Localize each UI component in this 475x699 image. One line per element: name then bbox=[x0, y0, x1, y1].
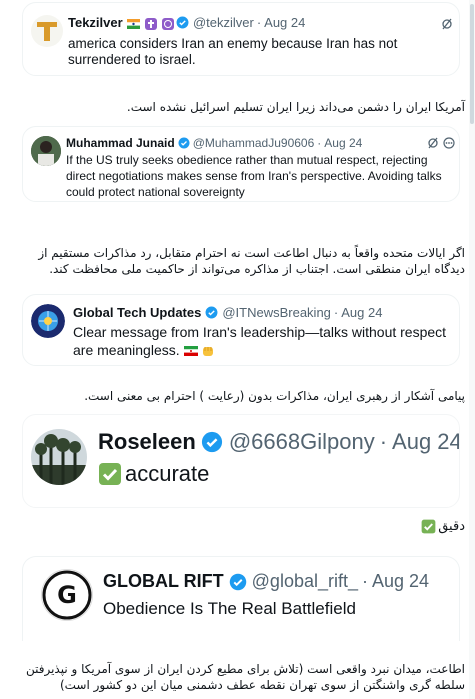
persian-translation-2: اگر ایالات متحده واقعاً به دنبال اطاعت ا… bbox=[38, 246, 465, 276]
separator-dot: · bbox=[317, 136, 322, 150]
grok-icon[interactable] bbox=[427, 137, 439, 149]
tweet-text: america considers Iran an enemy because … bbox=[68, 36, 398, 67]
tweet-text-container: Clear message from Iran's leadership—tal… bbox=[73, 323, 453, 359]
persian-translation-4: دقیق bbox=[421, 519, 465, 534]
person-photo-icon bbox=[31, 136, 61, 166]
translation-text: دقیق bbox=[438, 519, 465, 534]
avatar[interactable]: G bbox=[41, 569, 93, 621]
quoted-tweet-1[interactable]: Tekzilver @tekzilver · Aug 24 america co… bbox=[22, 2, 460, 76]
globe-logo-icon bbox=[31, 304, 65, 338]
raised-fist-icon bbox=[203, 347, 214, 357]
author-handle[interactable]: @6668Gilpony bbox=[229, 429, 375, 455]
tekzilver-logo-icon bbox=[37, 22, 57, 41]
persian-translation-5: اطاعت، میدان نبرد واقعی است (تلاش برای م… bbox=[25, 662, 465, 692]
tweet-date[interactable]: Aug 24 bbox=[372, 571, 429, 592]
avatar[interactable] bbox=[31, 136, 61, 166]
check-mark-button-icon bbox=[421, 519, 436, 534]
verified-badge-icon bbox=[178, 137, 190, 149]
quoted-tweet-5[interactable]: G GLOBAL RIFT @global_rift_ · Aug 24 Obe… bbox=[22, 556, 460, 641]
flag-icons bbox=[126, 15, 174, 30]
verified-badge-icon bbox=[201, 431, 222, 453]
quoted-tweet-4[interactable]: Roseleen @6668Gilpony · Aug 24 accurate bbox=[22, 414, 460, 508]
peace-icon bbox=[161, 17, 174, 30]
more-options-icon[interactable] bbox=[443, 137, 455, 149]
quoted-tweet-3[interactable]: Global Tech Updates @ITNewsBreaking · Au… bbox=[22, 294, 460, 366]
palm-trees-photo-icon bbox=[31, 429, 87, 485]
iran-flag-icon bbox=[183, 346, 198, 357]
verified-badge-icon bbox=[229, 573, 246, 590]
tweet-date[interactable]: Aug 24 bbox=[264, 15, 305, 30]
author-handle[interactable]: @tekzilver bbox=[193, 15, 254, 30]
avatar[interactable] bbox=[31, 429, 87, 485]
cross-icon bbox=[145, 17, 158, 30]
author-name[interactable]: Muhammad Junaid bbox=[66, 136, 175, 150]
tweet-date[interactable]: Aug 24 bbox=[324, 136, 362, 150]
india-flag-icon bbox=[126, 18, 140, 29]
tweet-body: accurate bbox=[98, 461, 209, 487]
tweet-date[interactable]: Aug 24 bbox=[392, 429, 459, 455]
logo-letter: G bbox=[57, 581, 77, 609]
author-name[interactable]: Tekzilver bbox=[68, 15, 123, 30]
tweet-text: If the US truly seeks obedience rather t… bbox=[66, 153, 442, 199]
tweet-text: Clear message from Iran's leadership—tal… bbox=[73, 324, 447, 358]
tweet-text: accurate bbox=[125, 461, 210, 486]
verified-badge-icon bbox=[205, 306, 218, 319]
tweet-text: Obedience Is The Real Battlefield bbox=[103, 599, 356, 618]
author-handle[interactable]: @ITNewsBreaking bbox=[222, 305, 331, 320]
verified-badge-icon bbox=[176, 16, 189, 29]
author-name[interactable]: GLOBAL RIFT bbox=[103, 571, 224, 592]
global-rift-logo-icon: G bbox=[42, 570, 92, 620]
grok-icon[interactable] bbox=[441, 18, 453, 30]
author-name[interactable]: Roseleen bbox=[98, 429, 196, 455]
author-name[interactable]: Global Tech Updates bbox=[73, 305, 201, 320]
author-handle[interactable]: @global_rift_ bbox=[252, 571, 358, 592]
check-mark-button-icon bbox=[99, 463, 121, 485]
separator-dot: · bbox=[333, 305, 339, 320]
tweet-date[interactable]: Aug 24 bbox=[341, 305, 382, 320]
avatar[interactable] bbox=[31, 15, 63, 47]
avatar[interactable] bbox=[31, 304, 65, 338]
scrollbar-thumb[interactable] bbox=[470, 4, 474, 124]
author-handle[interactable]: @MuhammadJu90606 bbox=[193, 136, 315, 150]
persian-translation-3: پیامی آشکار از رهبری ایران، مذاکرات بدون… bbox=[84, 389, 465, 403]
separator-dot: · bbox=[379, 429, 388, 454]
persian-translation-1: آمریکا ایران را دشمن می‌داند زیرا ایران … bbox=[126, 100, 465, 114]
scrollbar-track[interactable] bbox=[469, 0, 475, 699]
quoted-tweet-2[interactable]: Muhammad Junaid @MuhammadJu90606 · Aug 2… bbox=[22, 126, 460, 202]
separator-dot: · bbox=[256, 15, 262, 30]
separator-dot: · bbox=[362, 571, 368, 591]
